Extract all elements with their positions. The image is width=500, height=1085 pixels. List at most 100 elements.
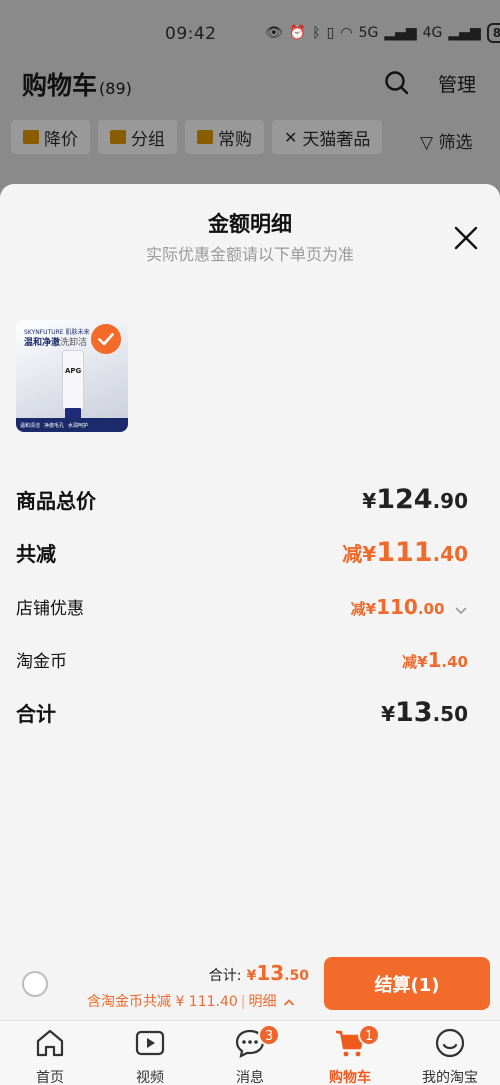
wifi-icon: ◠ <box>340 25 353 41</box>
bluetooth-icon: ᛒ <box>312 25 321 41</box>
currency-symbol: ¥ <box>365 600 377 618</box>
amount-decimal: .40 <box>432 542 468 566</box>
battery-indicator: 84 <box>486 23 500 43</box>
close-icon[interactable] <box>452 224 480 252</box>
product-tube-text: APG <box>65 367 82 375</box>
subtotal-amount: ¥124.90 <box>362 484 468 515</box>
product-tag: 水润呵护 <box>68 422 89 429</box>
amount-integer: 124 <box>376 484 433 515</box>
row-total-discount: 共减 减¥111.40 <box>16 537 468 568</box>
total-discount-amount: 减¥111.40 <box>342 537 468 568</box>
price-down-icon <box>23 130 39 144</box>
tmall-luxury-icon: ✕ <box>284 127 298 147</box>
divider: | <box>240 994 246 1010</box>
my-taobao-icon <box>435 1028 465 1058</box>
row-shop-discount[interactable]: 店铺优惠 减¥110.00 <box>16 594 468 619</box>
filter-tmall-luxury[interactable]: ✕ 天猫奢品 <box>272 120 383 154</box>
tab-label: 我的淘宝 <box>422 1070 478 1085</box>
tab-label: 首页 <box>36 1070 64 1085</box>
currency-symbol: ¥ <box>246 968 257 984</box>
row-coin: 淘金币 减¥1.40 <box>16 647 468 672</box>
filter-button[interactable]: ▽ 筛选 <box>420 128 472 153</box>
checkout-total: 合计: ¥13.50 <box>196 961 309 985</box>
row-total: 合计 ¥13.50 <box>16 697 468 728</box>
selected-check-icon[interactable] <box>91 324 121 354</box>
video-icon <box>135 1030 165 1056</box>
alarm-icon: ⏰ <box>288 25 307 41</box>
signal-icon-2: ▂▄▆ <box>448 25 481 41</box>
currency-symbol: ¥ <box>362 542 377 566</box>
total-amount: ¥13.50 <box>381 697 468 728</box>
bottom-tab-bar: 首页 视频 3 消息 1 购物车 我的淘宝 <box>0 1020 500 1085</box>
row-subtotal: 商品总价 ¥124.90 <box>16 484 468 515</box>
discount-prefix: 减 <box>342 542 363 566</box>
network-4g: 4G <box>422 25 443 41</box>
row-label: 淘金币 <box>16 652 67 672</box>
amount-detail-sheet: 金额明细 实际优惠金额请以下单页为准 SKYNFUTURE 肌肤未来 温和净澈洗… <box>0 184 500 1085</box>
folder-icon <box>110 130 126 144</box>
chevron-up-icon[interactable] <box>283 998 295 1007</box>
amount-decimal: .50 <box>432 702 468 726</box>
row-label: 共减 <box>16 542 56 566</box>
tab-video[interactable]: 视频 <box>100 1027 200 1085</box>
currency-symbol: ¥ <box>417 653 428 671</box>
currency-symbol: ¥ <box>362 489 377 513</box>
amount-integer: 13 <box>394 697 433 728</box>
tab-home[interactable]: 首页 <box>0 1027 100 1085</box>
tab-my-taobao[interactable]: 我的淘宝 <box>400 1027 500 1085</box>
status-icons: 👁 ⏰ ᛒ ▯ ◠ 5G ▂▄▆ 4G ▂▄▆ 84 <box>265 23 500 43</box>
checkout-total-amount: ¥13.50 <box>246 961 309 985</box>
shop-discount-amount: 减¥110.00 <box>351 595 468 619</box>
manage-button[interactable]: 管理 <box>438 70 476 97</box>
chevron-down-icon[interactable] <box>454 605 468 615</box>
sheet-subtitle: 实际优惠金额请以下单页为准 <box>145 245 354 264</box>
tab-label: 视频 <box>136 1070 164 1085</box>
message-badge: 3 <box>258 1024 281 1046</box>
chip-label: 天猫奢品 <box>302 129 371 150</box>
status-bar: 09:42 👁 ⏰ ᛒ ▯ ◠ 5G ▂▄▆ 4G ▂▄▆ 84 <box>0 20 500 48</box>
funnel-icon: ▽ <box>420 133 434 153</box>
home-icon <box>36 1029 64 1057</box>
amount-decimal: .40 <box>441 653 468 671</box>
page-title: 购物车 (89) <box>22 66 132 102</box>
tab-label: 购物车 <box>329 1070 371 1085</box>
filter-button-label: 筛选 <box>438 133 473 153</box>
amount-integer: 13 <box>256 961 285 985</box>
detail-toggle[interactable]: 明细 <box>249 994 277 1010</box>
amount-decimal: .50 <box>284 968 309 984</box>
filter-frequent[interactable]: 常购 <box>185 120 264 154</box>
network-5g: 5G <box>358 25 379 41</box>
amount-integer: 1 <box>427 648 442 672</box>
product-headline-rest: 洗卸洁 <box>60 338 88 348</box>
filter-group[interactable]: 分组 <box>98 120 177 154</box>
status-time: 09:42 <box>165 24 217 44</box>
product-tube: APG <box>62 350 84 419</box>
chip-label: 降价 <box>44 129 78 150</box>
amount-decimal: .00 <box>417 600 445 618</box>
row-label: 商品总价 <box>16 489 96 513</box>
tab-messages[interactable]: 3 消息 <box>200 1024 300 1085</box>
amount-integer: 110 <box>376 595 418 619</box>
checkout-button[interactable]: 结算(1) <box>324 957 490 1010</box>
eye-icon: 👁 <box>265 25 283 41</box>
discount-prefix: 减 <box>402 653 418 671</box>
tab-label: 消息 <box>236 1070 264 1085</box>
chip-label: 分组 <box>131 129 165 150</box>
sheet-title: 金额明细 <box>208 212 292 236</box>
filter-chips: 降价 分组 常购 ✕ 天猫奢品 <box>11 120 383 154</box>
checkout-total-label: 合计: <box>208 968 242 984</box>
discount-prefix: 减 <box>350 600 366 618</box>
filter-price-drop[interactable]: 降价 <box>11 120 90 154</box>
checkout-discount-line: 含淘金币共减 ¥ 111.40 | 明细 <box>87 991 295 1011</box>
select-all-checkbox[interactable] <box>22 971 48 997</box>
currency-symbol: ¥ <box>381 702 395 726</box>
product-tag: 温和清洁 <box>20 422 41 429</box>
cart-icon <box>197 130 213 144</box>
row-label: 店铺优惠 <box>16 599 84 619</box>
coin-discount-amount: 减¥1.40 <box>402 648 468 672</box>
amount-integer: 111 <box>376 537 433 568</box>
search-icon[interactable] <box>384 70 410 96</box>
row-label: 合计 <box>16 702 56 726</box>
chip-label: 常购 <box>218 129 252 150</box>
tab-cart[interactable]: 1 购物车 <box>300 1024 400 1085</box>
